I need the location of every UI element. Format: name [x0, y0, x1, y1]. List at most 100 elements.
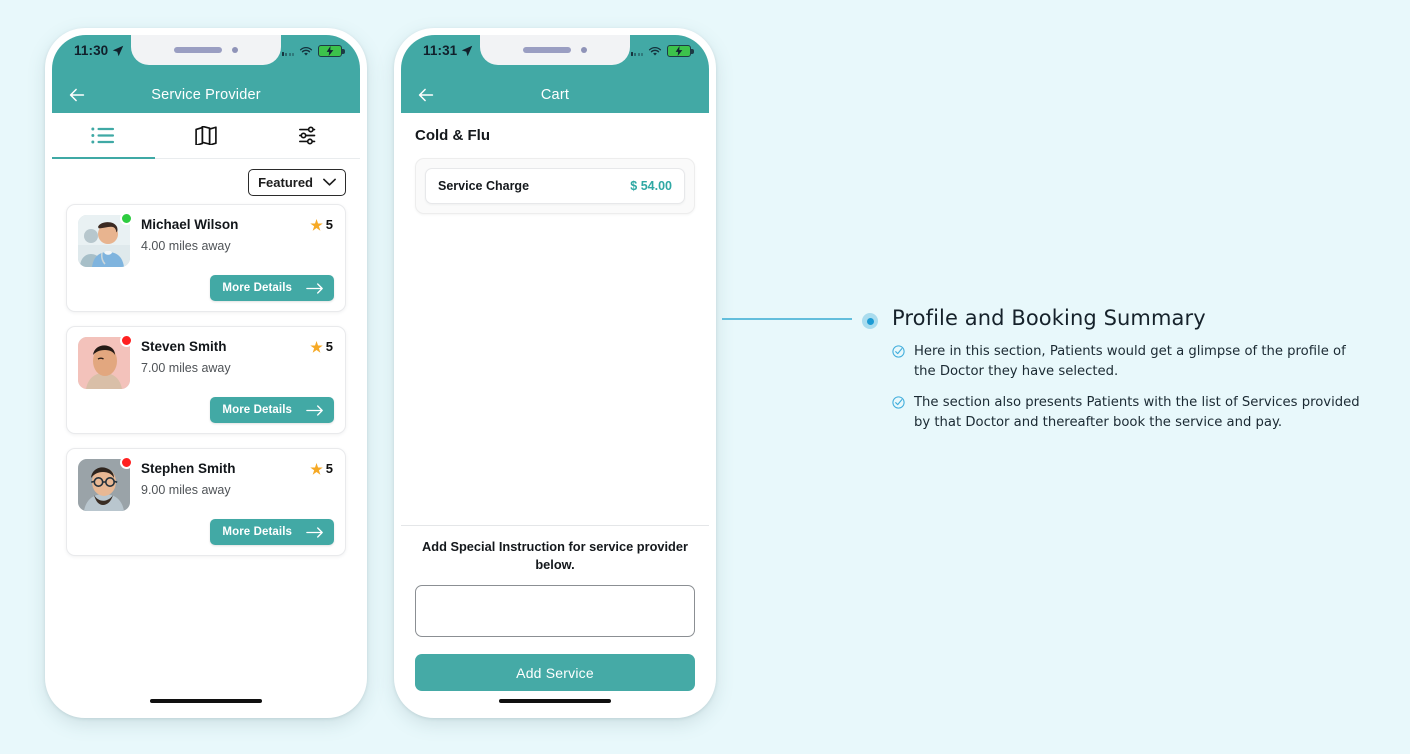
app-bar: Cart [401, 77, 709, 113]
list-view-icon [91, 127, 115, 144]
annotation-bullet-text: The section also presents Patients with … [914, 395, 1360, 431]
circle-check-icon [892, 345, 905, 358]
star-icon: ★ [310, 460, 323, 477]
phone-screen: 11:30 Service Provider Featured ★ 5 Mich… [52, 35, 360, 711]
status-bar: 11:31 [401, 35, 709, 77]
provider-info: Michael Wilson 4.00 miles away [141, 215, 238, 253]
phone-screen: 11:31 Cart Cold & Flu Service Charge $ 5… [401, 35, 709, 711]
charge-card: Service Charge $ 54.00 [415, 158, 695, 214]
page-title: Service Provider [151, 87, 261, 103]
card-actions: More Details [78, 397, 334, 423]
front-camera [581, 47, 587, 53]
annotation-bullet-icon [862, 313, 878, 329]
more-details-button[interactable]: More Details [210, 275, 334, 301]
status-dot-online [120, 212, 133, 225]
cart-section-title: Cold & Flu [415, 127, 490, 144]
annotation-panel: Profile and Booking Summary Here in this… [862, 306, 1372, 444]
chevron-down-icon [323, 178, 336, 186]
rating-value: 5 [325, 217, 333, 232]
avatar-wrapper [78, 456, 133, 511]
arrow-right-icon [306, 526, 323, 538]
status-dot-offline [120, 334, 133, 347]
cellular-signal-icon [630, 46, 643, 56]
rating-value: 5 [325, 339, 333, 354]
provider-card[interactable]: ★ 5 [66, 204, 346, 312]
instruction-label: Add Special Instruction for service prov… [422, 539, 688, 572]
view-tabs [52, 113, 360, 159]
annotation-bullet-item: The section also presents Patients with … [892, 393, 1372, 433]
tab-list[interactable] [52, 113, 155, 159]
sort-dropdown[interactable]: Featured [248, 169, 346, 196]
rating-badge: ★ 5 [310, 461, 333, 476]
status-bar-time: 11:31 [423, 43, 458, 58]
location-arrow-icon [113, 45, 124, 56]
battery-charging-icon [318, 45, 345, 57]
add-service-button[interactable]: Add Service [415, 654, 695, 691]
provider-summary: Stephen Smith 9.00 miles away [78, 456, 334, 511]
annotation-bullet-item: Here in this section, Patients would get… [892, 342, 1372, 382]
provider-info: Steven Smith 7.00 miles away [141, 337, 231, 375]
status-bar: 11:30 [52, 35, 360, 77]
back-arrow-icon[interactable] [415, 84, 437, 106]
speaker-grille [174, 47, 222, 53]
provider-info: Stephen Smith 9.00 miles away [141, 459, 236, 497]
provider-name: Steven Smith [141, 339, 227, 354]
battery-charging-icon [667, 45, 694, 57]
provider-list-body: Featured ★ 5 Michael Wilson 4.00 miles a… [52, 159, 360, 691]
rating-value: 5 [325, 461, 333, 476]
rating-badge: ★ 5 [310, 217, 333, 232]
cellular-signal-icon [281, 46, 294, 56]
page-title: Cart [540, 87, 570, 103]
device-notch [131, 35, 281, 65]
provider-distance: 4.00 miles away [141, 239, 231, 254]
front-camera [232, 47, 238, 53]
star-icon: ★ [310, 216, 323, 233]
annotation-bullet-text: Here in this section, Patients would get… [914, 344, 1346, 380]
cart-items-area: Cold & Flu Service Charge $ 54.00 [401, 113, 709, 525]
back-arrow-icon[interactable] [66, 84, 88, 106]
star-icon: ★ [310, 338, 323, 355]
annotation-connector-line [722, 318, 852, 320]
special-instruction-input[interactable] [415, 585, 695, 637]
speaker-grille [523, 47, 571, 53]
annotation-bullet-list: Here in this section, Patients would get… [862, 342, 1372, 433]
home-indicator-bar [401, 691, 709, 711]
arrow-right-icon [306, 282, 323, 294]
avatar-wrapper [78, 334, 133, 389]
wifi-icon [299, 46, 313, 56]
provider-name: Michael Wilson [141, 217, 239, 232]
app-bar: Service Provider [52, 77, 360, 113]
status-bar-indicators [630, 45, 694, 57]
map-view-icon [195, 126, 217, 145]
status-bar-indicators [281, 45, 345, 57]
annotation-header: Profile and Booking Summary [862, 306, 1372, 330]
rating-badge: ★ 5 [310, 339, 333, 354]
status-bar-time-group: 11:31 [423, 43, 473, 58]
provider-distance: 9.00 miles away [141, 483, 231, 498]
card-actions: More Details [78, 275, 334, 301]
filter-sliders-icon [298, 126, 315, 145]
tab-filter[interactable] [257, 113, 360, 158]
home-indicator-bar [52, 691, 360, 711]
screenshot-stage: 11:30 Service Provider Featured ★ 5 Mich… [0, 0, 1410, 754]
sort-dropdown-label: Featured [258, 175, 313, 190]
location-arrow-icon [462, 45, 473, 56]
cart-body: Cold & Flu Service Charge $ 54.00 Add Sp… [401, 113, 709, 711]
more-details-button[interactable]: More Details [210, 519, 334, 545]
circle-check-icon [892, 396, 905, 409]
more-details-label: More Details [222, 526, 292, 538]
sort-row: Featured [66, 159, 346, 204]
charge-row[interactable]: Service Charge $ 54.00 [425, 168, 685, 204]
provider-card[interactable]: ★ 5 [66, 448, 346, 556]
card-actions: More Details [78, 519, 334, 545]
provider-card[interactable]: ★ 5 [66, 326, 346, 434]
provider-distance: 7.00 miles away [141, 361, 231, 376]
tab-map[interactable] [155, 113, 258, 158]
status-bar-time: 11:30 [74, 43, 109, 58]
charge-value: $ 54.00 [630, 179, 672, 193]
provider-summary: Michael Wilson 4.00 miles away [78, 212, 334, 267]
annotation-title: Profile and Booking Summary [892, 306, 1206, 330]
arrow-right-icon [306, 404, 323, 416]
more-details-button[interactable]: More Details [210, 397, 334, 423]
phone-mockup-cart: 11:31 Cart Cold & Flu Service Charge $ 5… [394, 28, 716, 718]
